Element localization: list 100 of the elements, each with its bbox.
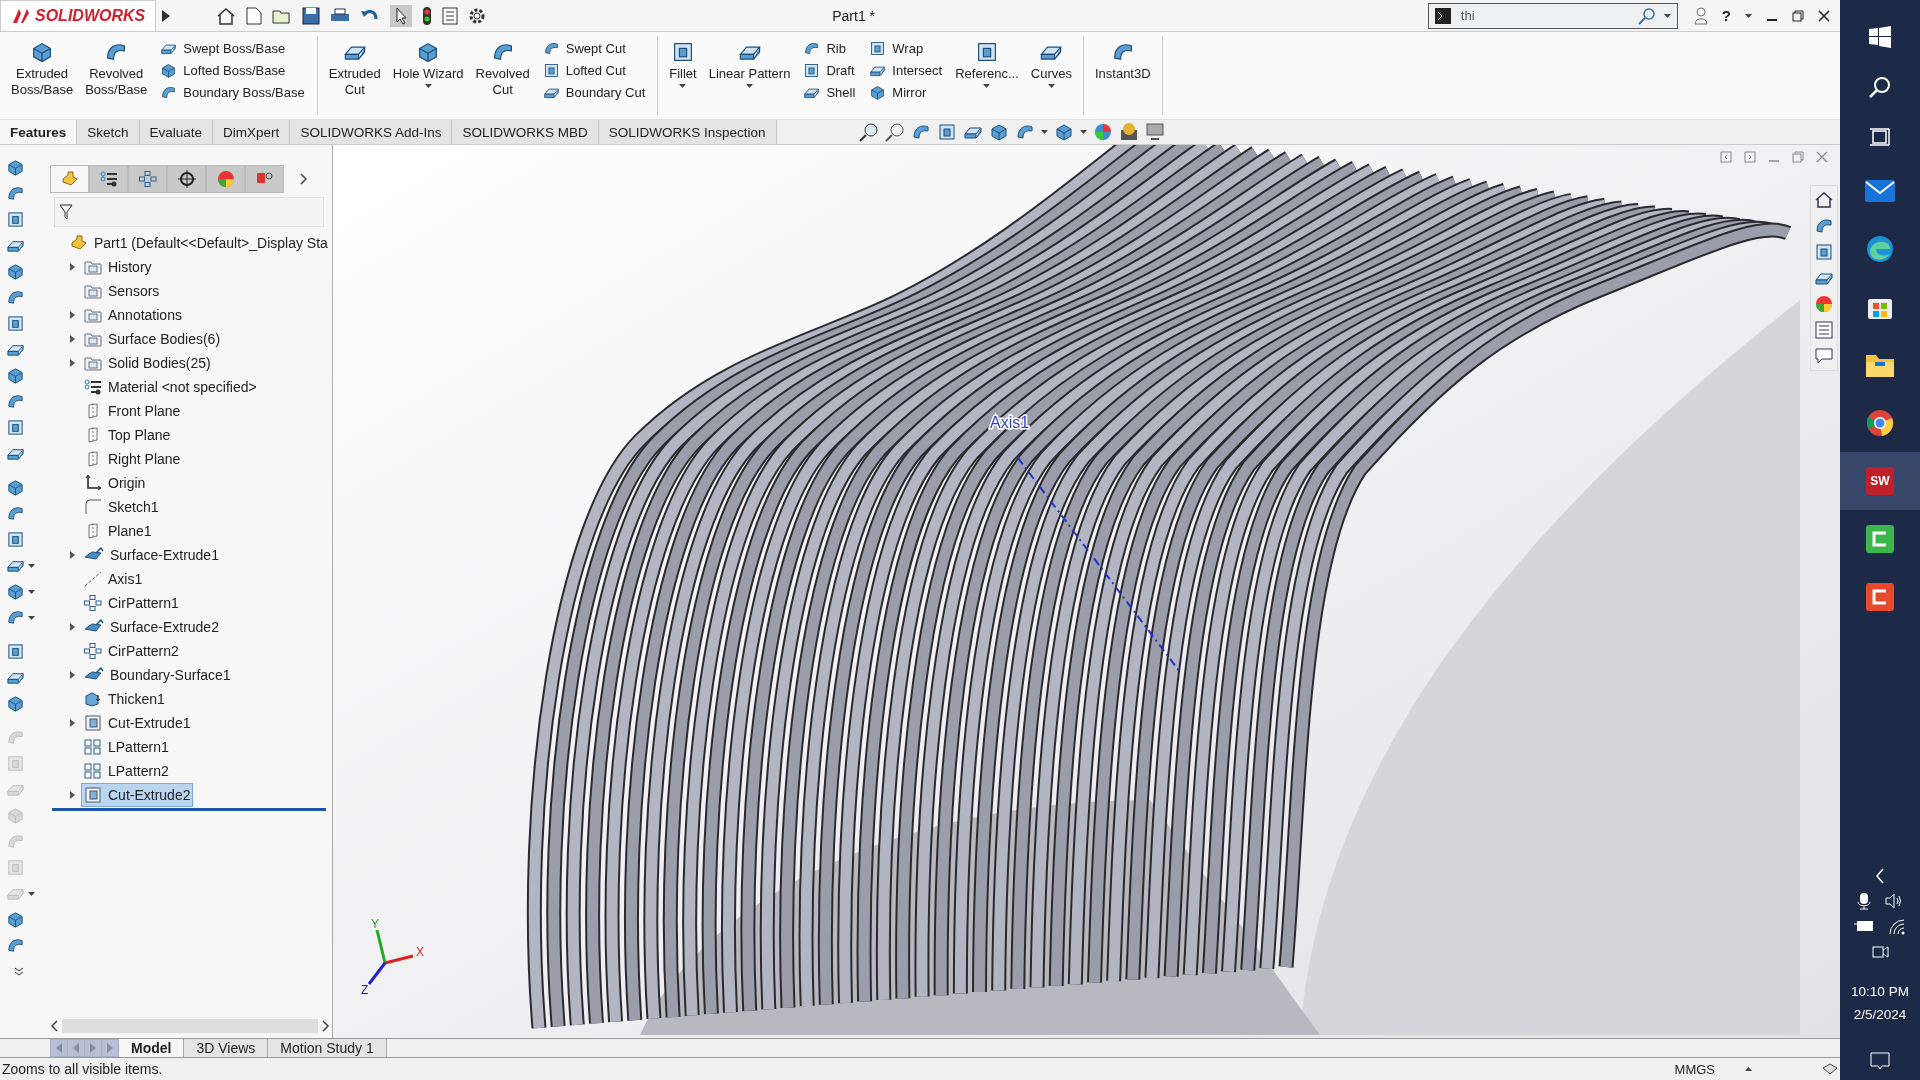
notification-icon[interactable] [1870, 1052, 1890, 1070]
command-button[interactable]: Boundary Boss/Base [158, 82, 307, 103]
list-icon[interactable] [1814, 320, 1834, 340]
slatted-surface-model-drawing[interactable] [526, 145, 1800, 1035]
scene-icon[interactable] [1118, 122, 1139, 142]
tree-item[interactable]: Part1 (Default<<Default>_Display Sta [67, 231, 331, 255]
command-button[interactable]: Boundary Cut [540, 82, 648, 103]
tree-item[interactable]: CirPattern1 [81, 591, 182, 615]
search-icon[interactable] [1868, 75, 1892, 99]
command-button[interactable]: Instant3D [1089, 36, 1156, 115]
command-tab[interactable]: SOLIDWORKS MBD [452, 120, 599, 144]
expand-arrow-icon[interactable] [69, 551, 75, 559]
panel-tab[interactable] [167, 165, 206, 193]
search-box[interactable]: thi [1427, 2, 1678, 29]
chevron-right-icon[interactable] [300, 173, 307, 185]
tree-item[interactable]: CirPattern2 [81, 639, 182, 663]
command-tab[interactable]: Features [0, 120, 78, 144]
camera-icon[interactable] [1871, 944, 1889, 960]
tree-item[interactable]: Front Plane [81, 399, 184, 423]
chat-icon[interactable] [1814, 346, 1834, 366]
volume-icon[interactable] [1885, 892, 1903, 910]
monitor-icon[interactable] [1144, 122, 1165, 142]
tree-item[interactable]: Annotations [81, 303, 185, 327]
zoom-area-icon[interactable] [884, 122, 905, 142]
command-button[interactable]: Lofted Boss/Base [158, 60, 307, 81]
expand-arrow-icon[interactable] [69, 719, 75, 727]
tree-item[interactable]: Cut-Extrude2 [81, 783, 194, 807]
scrollbar-thumb[interactable] [62, 1019, 318, 1033]
tree-item[interactable]: Right Plane [81, 447, 184, 471]
bottom-tab[interactable]: Motion Study 1 [268, 1039, 387, 1057]
home-icon[interactable] [1814, 190, 1834, 210]
command-tab[interactable]: Evaluate [139, 120, 214, 144]
tree-item[interactable]: Surface Bodies(6) [81, 327, 224, 351]
rebuild-icon[interactable] [1822, 1062, 1838, 1076]
expand-arrow-icon[interactable] [69, 791, 75, 799]
command-button[interactable]: Intersect [867, 60, 945, 81]
tree-item[interactable]: Thicken1 [81, 687, 168, 711]
bottom-tab[interactable]: 3D Views [184, 1039, 269, 1057]
tree-item[interactable]: LPattern2 [81, 759, 172, 783]
command-button[interactable]: Extruded Boss/Base [6, 36, 79, 115]
tile-left-icon[interactable] [1720, 151, 1732, 163]
tree-item[interactable]: Solid Bodies(25) [81, 351, 214, 375]
list-icon[interactable] [442, 6, 459, 25]
expand-arrow-icon[interactable] [69, 359, 75, 367]
chevron-left-icon[interactable] [1875, 868, 1885, 884]
tree-item[interactable]: Material <not specified> [81, 375, 260, 399]
command-button[interactable]: Revolved Cut [470, 36, 535, 115]
traffic-light-icon[interactable] [422, 5, 433, 26]
command-tab[interactable]: SOLIDWORKS Add-Ins [290, 120, 453, 144]
search-field[interactable]: thi [1458, 7, 1630, 24]
command-button[interactable]: Lofted Cut [540, 60, 648, 81]
filter-field[interactable] [54, 197, 324, 227]
zoom-to-fit-icon[interactable] [858, 122, 879, 142]
command-button[interactable]: Linear Pattern [703, 36, 796, 115]
command-button[interactable]: Wrap [867, 38, 945, 59]
tree-item[interactable]: LPattern1 [81, 735, 172, 759]
caret-up-icon[interactable] [1745, 1067, 1752, 1071]
wifi-icon[interactable] [1888, 918, 1906, 936]
pointer-icon[interactable] [390, 4, 413, 27]
tree-item[interactable]: Surface-Extrude2 [81, 615, 222, 639]
command-button[interactable]: Hole Wizard [387, 36, 469, 115]
expand-arrow-icon[interactable] [69, 623, 75, 631]
tree-item[interactable]: Sensors [81, 279, 163, 303]
command-button[interactable]: Swept Boss/Base [158, 38, 307, 59]
scroll-left-icon[interactable] [50, 1020, 58, 1032]
appearance-icon[interactable] [1092, 122, 1113, 142]
tree-item[interactable]: Origin [81, 471, 149, 495]
restore-icon[interactable] [1792, 9, 1804, 22]
tree-item[interactable]: Sketch1 [81, 495, 162, 519]
user-icon[interactable] [1693, 6, 1708, 25]
expand-arrow-icon[interactable] [69, 335, 75, 343]
tree-item[interactable]: Top Plane [81, 423, 174, 447]
home-icon[interactable] [216, 6, 237, 25]
command-button[interactable]: Fillet [664, 36, 702, 115]
command-button[interactable]: Mirror [867, 82, 945, 103]
axis-line[interactable] [1017, 457, 1181, 673]
windows-logo-icon[interactable] [1869, 26, 1891, 48]
taskbar-app[interactable]: SW [1840, 452, 1920, 510]
tile-right-icon[interactable] [1744, 151, 1756, 163]
tree-item[interactable]: Surface-Extrude1 [81, 543, 222, 567]
clock-time[interactable]: 10:10 PM [1851, 984, 1909, 999]
command-button[interactable]: Swept Cut [540, 38, 648, 59]
tree-item[interactable]: History [81, 255, 155, 279]
command-button[interactable]: Draft [801, 60, 858, 81]
command-button[interactable]: Shell [801, 82, 858, 103]
expand-arrow-icon[interactable] [69, 311, 75, 319]
command-tab[interactable]: DimXpert [213, 120, 291, 144]
color-wheel-icon[interactable] [1814, 294, 1834, 314]
expand-arrow-icon[interactable] [162, 9, 171, 22]
scroll-right-icon[interactable] [322, 1020, 330, 1032]
units-label[interactable]: MMGS [1674, 1061, 1715, 1077]
tree-item[interactable]: Boundary-Surface1 [81, 663, 234, 687]
tree-item[interactable]: Plane1 [81, 519, 155, 543]
microphone-icon[interactable] [1857, 892, 1871, 910]
battery-icon[interactable] [1854, 918, 1874, 932]
bottom-tab[interactable]: Model [119, 1039, 185, 1057]
clock-date[interactable]: 2/5/2024 [1853, 1007, 1907, 1022]
settings-icon[interactable] [468, 6, 487, 25]
close-icon[interactable] [1818, 9, 1830, 22]
save-icon[interactable] [302, 6, 321, 25]
